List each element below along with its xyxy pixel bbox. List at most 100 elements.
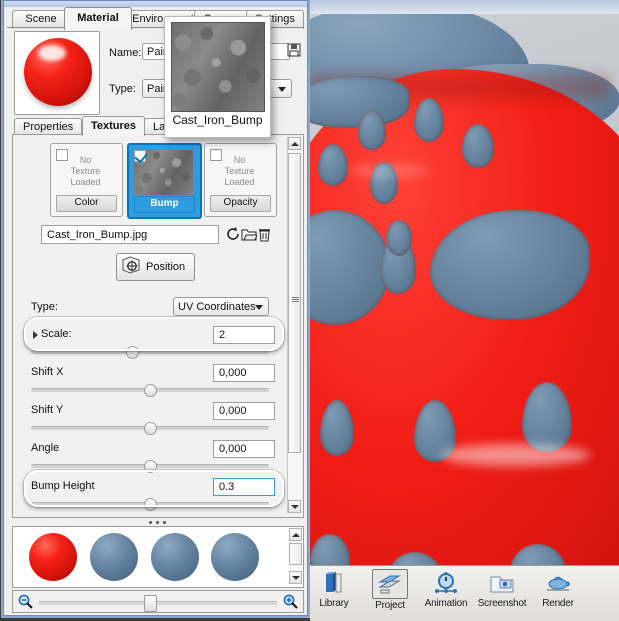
param-label: Angle: [31, 442, 60, 454]
library-zoom-bar: [12, 590, 304, 613]
render-spot: [414, 98, 444, 142]
textures-content: No Texture Loaded Color Bump No Texture Load…: [12, 134, 304, 518]
chevron-down-icon: [255, 305, 263, 310]
splitter-dot: [162, 520, 166, 524]
chevron-down-icon: [278, 87, 286, 92]
texture-slot-label: Opacity: [210, 195, 271, 212]
toolbar-label: Library: [319, 598, 349, 609]
tab-material[interactable]: Material: [64, 7, 132, 30]
render-teapot-icon: [541, 569, 575, 597]
scroll-up-button[interactable]: [289, 528, 302, 541]
panel-vertical-scrollbar[interactable]: [287, 137, 301, 513]
param-value-input[interactable]: 0,000: [213, 402, 275, 420]
param-value-input[interactable]: 2: [213, 326, 275, 344]
scrollbar-thumb[interactable]: [289, 543, 302, 565]
name-label: Name:: [109, 47, 142, 59]
zoom-out-magnifier-icon[interactable]: [18, 594, 33, 609]
project-stack-icon: [372, 569, 408, 599]
texture-enable-checkbox[interactable]: [210, 149, 222, 161]
scrollbar-grip: [292, 297, 299, 303]
toolbar-label: Animation: [424, 598, 468, 609]
texture-slot-opacity[interactable]: No Texture Loaded Opacity: [204, 143, 277, 217]
render-canvas[interactable]: [310, 14, 619, 621]
scroll-down-button[interactable]: [288, 500, 301, 513]
tab-label: Scene: [25, 13, 57, 25]
toolbar-button-screenshot[interactable]: Screenshot: [474, 569, 530, 609]
param-slider-knob[interactable]: [144, 460, 157, 473]
toolbar-button-project[interactable]: Project: [362, 569, 418, 611]
toolbar-button-render[interactable]: Render: [530, 569, 586, 609]
param-row-shift-y: Shift Y 0,000: [13, 401, 303, 441]
library-book-icon: [317, 569, 351, 597]
toolbar-label: Screenshot: [477, 598, 527, 609]
3d-render-viewport[interactable]: [306, 0, 619, 621]
toolbar-button-animation[interactable]: Animation: [418, 569, 474, 609]
texture-enable-checkbox[interactable]: [134, 149, 148, 164]
texture-file-row: Cast_Iron_Bump.jpg: [41, 225, 275, 245]
texture-filename-input[interactable]: Cast_Iron_Bump.jpg: [41, 225, 219, 244]
position-button[interactable]: Position: [116, 253, 195, 281]
library-sphere-blue[interactable]: [151, 533, 199, 581]
material-preview-sphere: [24, 38, 92, 106]
scrollbar-thumb[interactable]: [288, 153, 301, 453]
checkmark-icon: [134, 149, 148, 164]
zoom-in-magnifier-icon[interactable]: [283, 594, 298, 609]
param-row-scale: Scale: 2: [13, 325, 303, 365]
scroll-down-button[interactable]: [289, 571, 302, 584]
library-sphere-red[interactable]: [29, 533, 77, 581]
param-label: Shift X: [31, 366, 64, 378]
param-value-input[interactable]: 0,000: [213, 364, 275, 382]
toolbar-label: Render: [542, 598, 574, 609]
chevron-down-icon: [291, 505, 299, 509]
param-slider-knob[interactable]: [126, 346, 139, 359]
render-spot: [386, 220, 412, 256]
render-spot: [318, 144, 348, 186]
splitter-dot: [148, 520, 152, 524]
param-slider-knob[interactable]: [144, 422, 157, 435]
open-folder-icon[interactable]: [241, 227, 258, 242]
save-floppy-icon[interactable]: [287, 43, 301, 57]
param-label: Bump Height: [31, 480, 95, 492]
param-slider-track[interactable]: [31, 350, 269, 354]
subtab-label: Properties: [23, 121, 74, 133]
library-sphere-blue[interactable]: [211, 533, 259, 581]
expand-triangle-icon[interactable]: [33, 331, 38, 339]
cube-position-icon: [121, 255, 143, 280]
param-label: Shift Y: [31, 404, 64, 416]
library-sphere-blue[interactable]: [90, 533, 138, 581]
trash-icon[interactable]: [257, 227, 273, 242]
param-row-bump-height: Bump Height 0.3: [13, 477, 303, 517]
refresh-icon[interactable]: [225, 227, 241, 242]
tooltip-caption: Cast_Iron_Bump: [172, 113, 263, 127]
panel-splitter[interactable]: [12, 518, 302, 526]
param-value-input[interactable]: 0.3: [213, 478, 275, 496]
param-label: Scale:: [41, 328, 72, 340]
tab-textures[interactable]: Textures: [82, 116, 146, 136]
zoom-slider-track[interactable]: [39, 601, 277, 605]
texture-slot-bump[interactable]: Bump: [127, 143, 202, 219]
mapping-type-select[interactable]: UV Coordinates: [173, 297, 269, 316]
texture-tooltip-popup: Cast_Iron_Bump: [164, 16, 271, 138]
texture-enable-checkbox[interactable]: [56, 149, 68, 161]
render-highlight-2: [350, 164, 430, 178]
position-button-label: Position: [146, 261, 186, 273]
texture-slot-color[interactable]: No Texture Loaded Color: [50, 143, 123, 217]
mapping-type-value: UV Coordinates: [178, 301, 256, 313]
scroll-up-button[interactable]: [288, 137, 301, 150]
param-value-input[interactable]: 0,000: [213, 440, 275, 458]
animation-clock-icon: [429, 569, 463, 597]
material-preview[interactable]: [14, 31, 100, 115]
material-library-strip[interactable]: [12, 526, 304, 588]
viewport-titlebar: [306, 0, 619, 15]
toolbar-button-library[interactable]: Library: [306, 569, 362, 609]
library-scrollbar[interactable]: [289, 528, 302, 584]
param-slider-knob[interactable]: [144, 384, 157, 397]
mapping-type-label: Type:: [31, 301, 58, 313]
zoom-slider-knob[interactable]: [144, 595, 157, 612]
screenshot-folder-icon: [485, 569, 519, 597]
param-slider-knob[interactable]: [144, 498, 157, 511]
subtab-label: Textures: [91, 120, 137, 132]
tab-label: Material: [77, 12, 119, 24]
chevron-down-icon: [292, 576, 300, 580]
render-spot: [462, 124, 494, 168]
